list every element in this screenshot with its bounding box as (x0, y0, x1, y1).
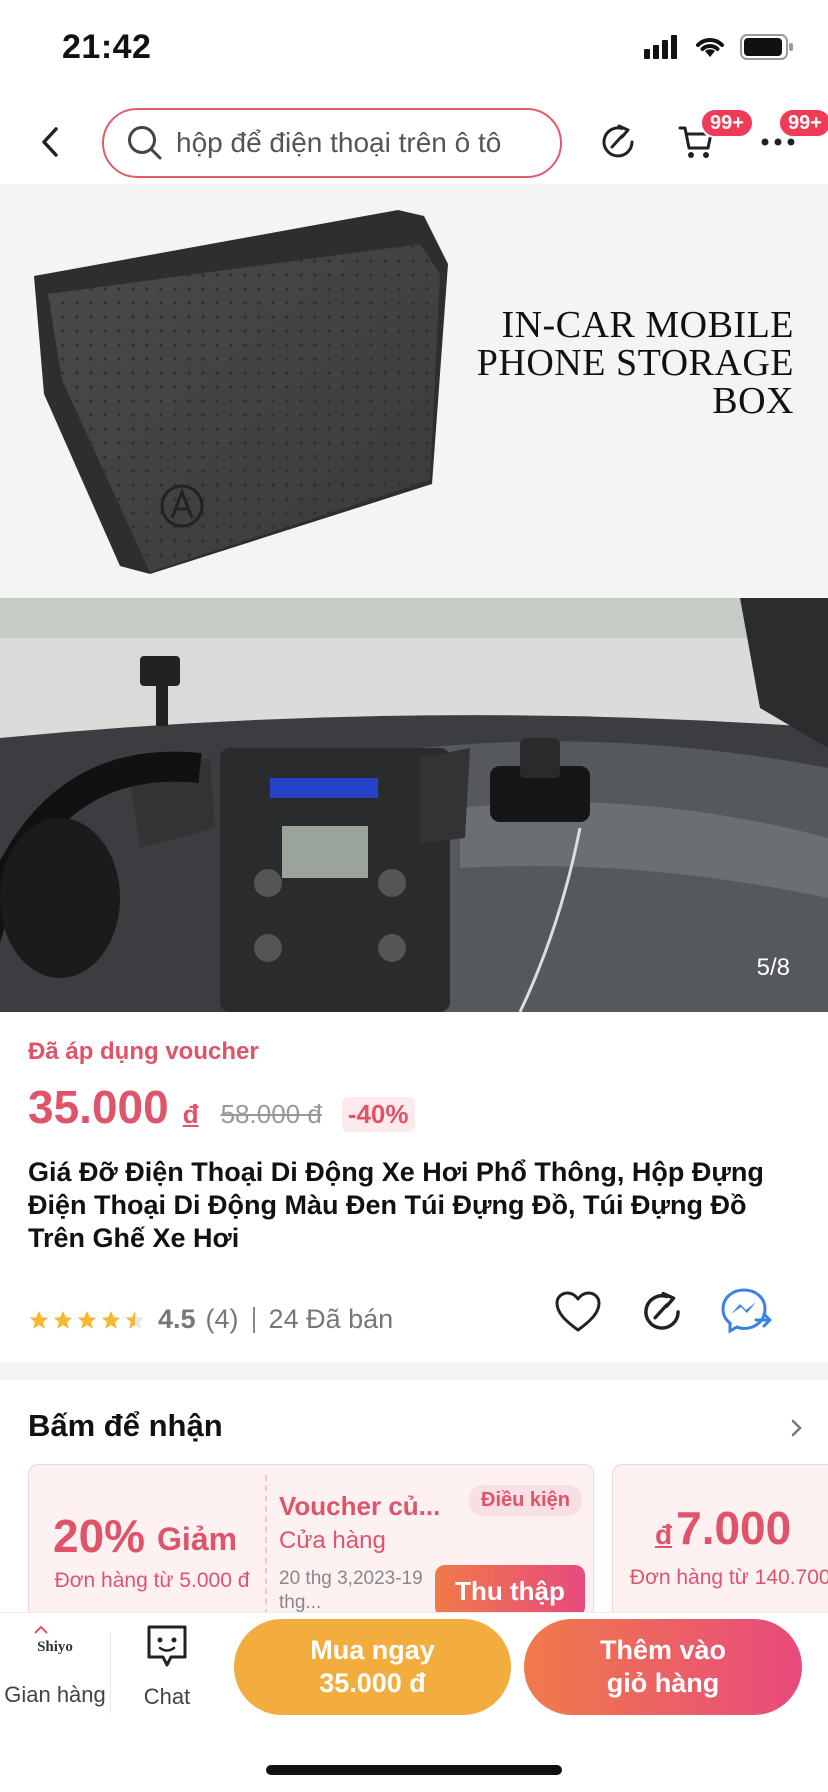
voucher-section: Bấm để nhận 20% Giảm Đơn hàng từ 5.000 đ… (0, 1380, 828, 1612)
wifi-icon (696, 38, 724, 57)
messenger-share-button[interactable] (720, 1286, 772, 1338)
rating-stars (28, 1309, 146, 1331)
sold-count: 24 Đã bán (268, 1304, 394, 1334)
voucher-card-amount[interactable]: đ7.000 Đơn hàng từ 140.700 đ (612, 1464, 828, 1612)
price-currency: đ (182, 1099, 199, 1129)
product-image-car-dashboard[interactable]: 5/8 (0, 598, 828, 1012)
voucher-value-area: 20% Giảm Đơn hàng từ 5.000 đ (29, 1465, 265, 1612)
share-button[interactable] (592, 116, 644, 168)
more-button[interactable]: 99+ (752, 108, 828, 168)
heart-icon (555, 1291, 601, 1332)
image-page-indicator: 5/8 (756, 954, 790, 981)
status-icons (644, 34, 794, 60)
search-input[interactable]: hộp để điện thoại trên ô tô (102, 108, 562, 178)
cart-count-badge: 99+ (700, 108, 754, 138)
status-time: 21:42 (62, 28, 152, 66)
add-to-cart-button[interactable]: Thêm vào giỏ hàng (524, 1619, 802, 1715)
buy-now-price: 35.000 đ (319, 1668, 426, 1698)
shop-label: Gian hàng (4, 1682, 106, 1707)
discount-badge: -40% (341, 1097, 415, 1132)
cart-button[interactable]: 99+ (670, 108, 754, 168)
bottom-bar-divider (110, 1633, 111, 1713)
product-title: Giá Đỡ Điện Thoại Di Động Xe Hơi Phổ Thô… (28, 1157, 764, 1253)
voucher-amount: đ7.000 (655, 1501, 791, 1555)
buy-now-label: Mua ngay (310, 1635, 435, 1665)
messenger-icon (721, 1288, 772, 1334)
voucher-name: Voucher củ... (279, 1491, 441, 1521)
voucher-percent: 20% (53, 1510, 146, 1562)
collect-voucher-button[interactable]: Thu thập (435, 1565, 585, 1612)
voucher-min-order: Đơn hàng từ 140.700 đ (629, 1566, 828, 1589)
search-query-text: hộp để điện thoại trên ô tô (176, 127, 502, 158)
chat-label: Chat (143, 1684, 191, 1709)
chat-icon (147, 1625, 187, 1667)
voucher-amount-value: 7.000 (676, 1502, 792, 1554)
voucher-card-percent[interactable]: 20% Giảm Đơn hàng từ 5.000 đ Voucher củ.… (28, 1464, 594, 1612)
star-icon (29, 1310, 49, 1329)
voucher-scope: Cửa hàng (279, 1527, 386, 1554)
caption-line-1: IN-CAR MOBILE (501, 304, 794, 346)
shop-button[interactable]: Shiyo Gian hàng (0, 1623, 110, 1708)
shop-logo-icon: Shiyo (34, 1625, 73, 1655)
star-icon (77, 1310, 97, 1329)
caption-line-2: PHONE STORAGE (476, 342, 794, 384)
rating-count: (4) (205, 1304, 239, 1334)
search-icon (128, 126, 162, 160)
favorite-button[interactable] (552, 1286, 604, 1338)
more-count-badge: 99+ (778, 108, 828, 138)
share-product-button[interactable] (636, 1286, 688, 1338)
voucher-applied-label: Đã áp dụng voucher (28, 1038, 259, 1065)
add-to-cart-label-2: giỏ hàng (606, 1668, 720, 1698)
share-icon (602, 124, 634, 158)
section-divider (0, 1362, 828, 1380)
rating-value: 4.5 (158, 1304, 196, 1334)
voucher-min-order: Đơn hàng từ 5.000 đ (54, 1569, 250, 1592)
shop-logo-text: Shiyo (37, 1639, 73, 1655)
voucher-section-more[interactable] (790, 1418, 804, 1443)
price-row: 35.000 đ 58.000 đ -40% (28, 1080, 415, 1134)
half-star-icon (125, 1310, 145, 1329)
share-icon (644, 1291, 680, 1330)
add-to-cart-label-1: Thêm vào (599, 1635, 727, 1665)
chevron-left-icon (42, 127, 58, 157)
voucher-amount-currency: đ (655, 1519, 673, 1550)
voucher-section-title: Bấm để nhận (28, 1408, 223, 1443)
star-icon (101, 1310, 121, 1329)
voucher-conditions-link[interactable]: Điều kiện (469, 1485, 582, 1516)
chevron-right-icon (791, 1419, 802, 1437)
product-image-storage-box[interactable]: IN-CAR MOBILE PHONE STORAGE BOX (0, 184, 828, 598)
product-info: Đã áp dụng voucher 35.000 đ 58.000 đ -40… (0, 1012, 828, 1362)
home-indicator[interactable] (266, 1765, 562, 1775)
star-icon (53, 1310, 73, 1329)
voucher-discount-label: Giảm (157, 1521, 238, 1557)
cellular-signal-icon (644, 35, 677, 59)
back-button[interactable] (28, 118, 72, 166)
voucher-dashed-divider (265, 1475, 267, 1612)
rating-row[interactable]: 4.5 (4) 24 Đã bán (28, 1304, 393, 1335)
status-bar: 21:42 (0, 0, 828, 100)
image-caption: IN-CAR MOBILE PHONE STORAGE BOX (477, 306, 794, 420)
original-price: 58.000 đ (220, 1099, 322, 1129)
caption-line-3: BOX (712, 380, 794, 422)
car-dashboard-illustration (0, 598, 828, 1012)
current-price: 35.000 (28, 1081, 169, 1133)
top-navigation: hộp để điện thoại trên ô tô 99+ 99+ (0, 100, 828, 184)
rating-separator (252, 1306, 255, 1333)
voucher-validity-date: 20 thg 3,2023-19 thg... (279, 1568, 423, 1612)
buy-now-button[interactable]: Mua ngay 35.000 đ (234, 1619, 511, 1715)
bottom-action-bar: Shiyo Gian hàng Chat Mua ngay 35.000 đ T… (0, 1612, 828, 1792)
battery-icon (740, 34, 793, 60)
chat-button[interactable]: Chat (112, 1623, 222, 1710)
